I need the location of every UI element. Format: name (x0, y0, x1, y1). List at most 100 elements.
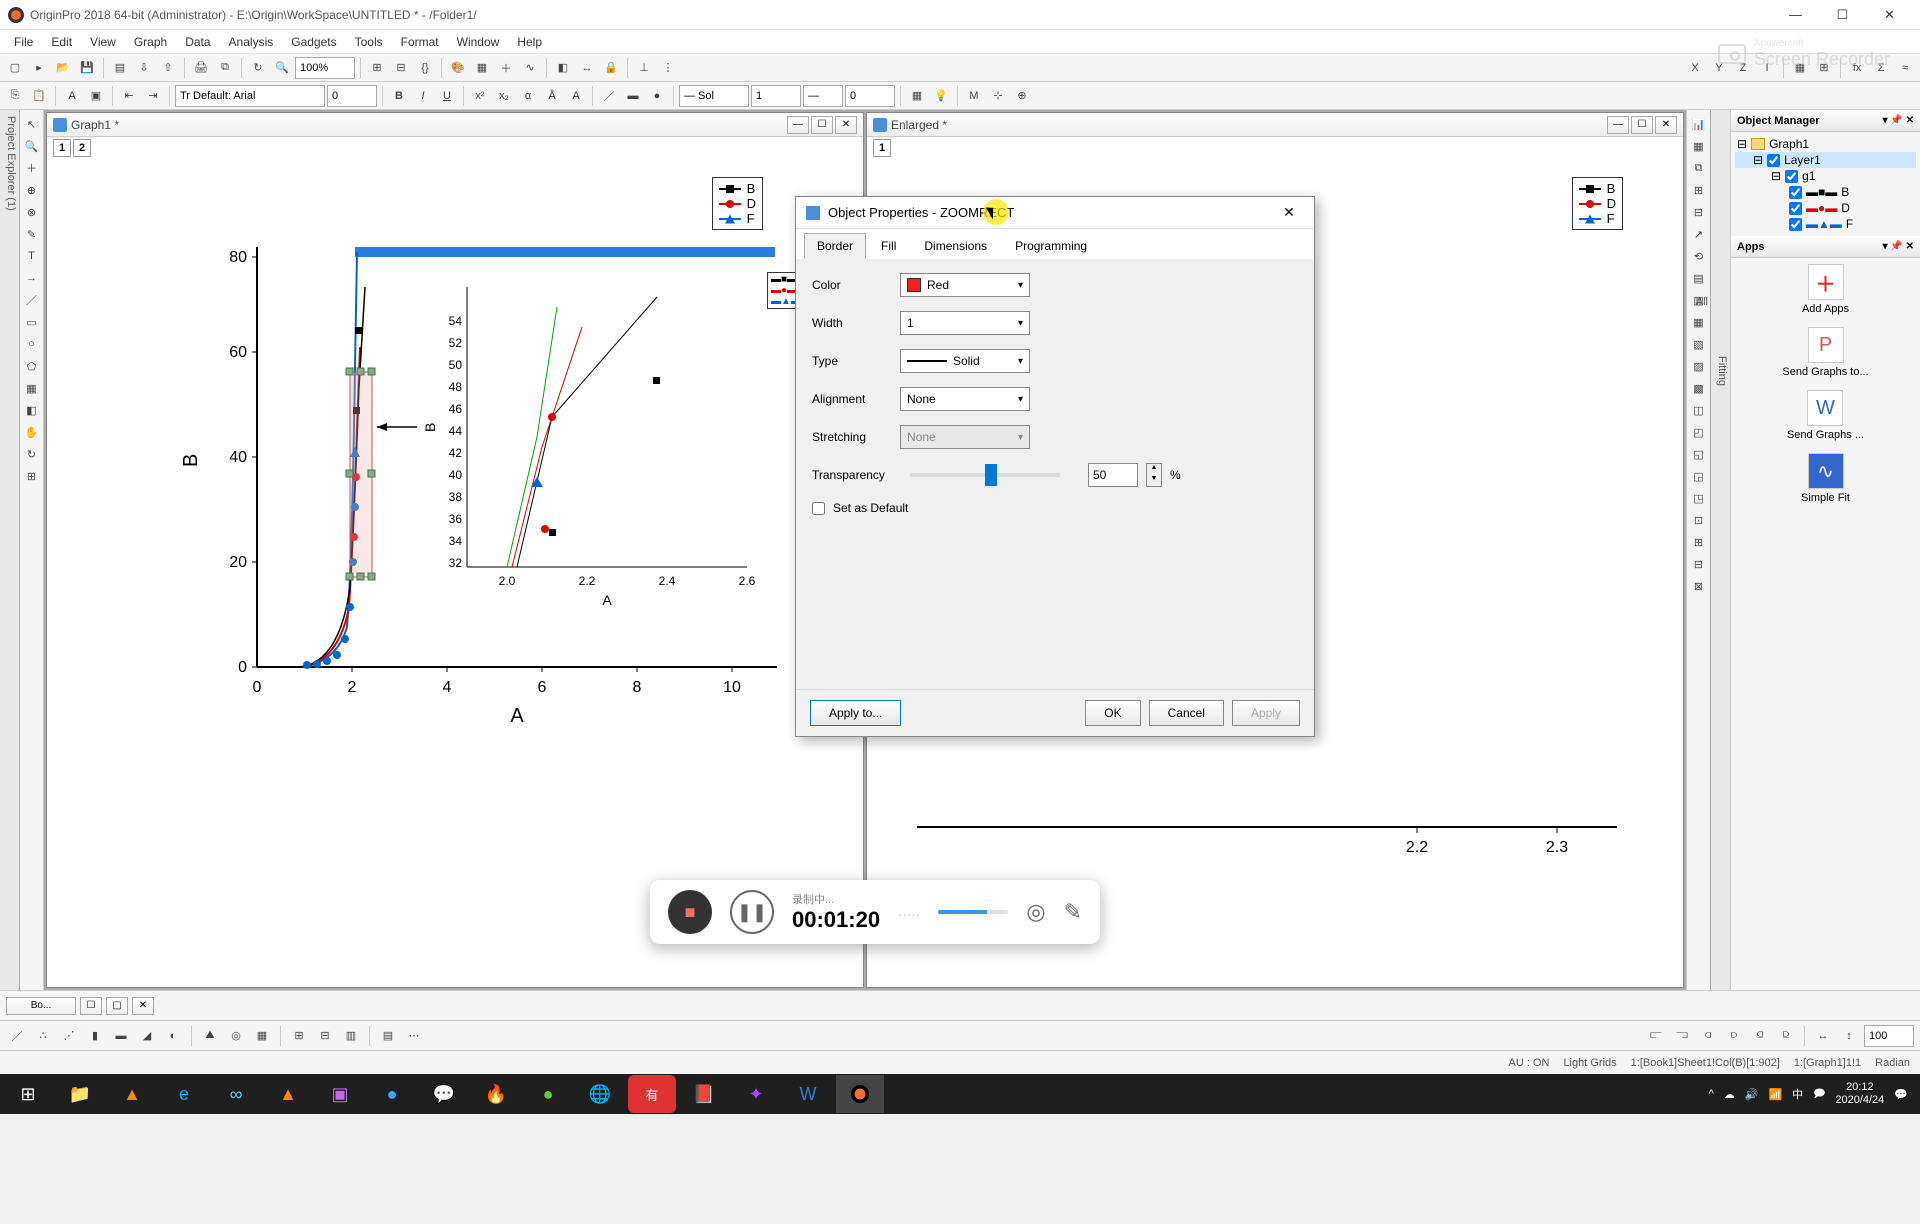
contour-icon[interactable]: ◎ (225, 1025, 247, 1047)
open-icon[interactable]: 📂 (52, 57, 74, 79)
curve-icon[interactable]: ∿ (519, 57, 541, 79)
object-manager-header[interactable]: Object Manager ▾ 📌 ✕ (1731, 110, 1920, 132)
screen-recorder-widget[interactable]: ■ ❚❚ 录制中... 00:01:20 ..... ◎ ✎ (650, 880, 1100, 944)
app-purple-icon[interactable]: ✦ (732, 1075, 780, 1113)
bold-icon[interactable]: B (388, 85, 410, 107)
ide-icon[interactable]: ▣ (316, 1075, 364, 1113)
linescatter-icon[interactable]: ⋰ (58, 1025, 80, 1047)
file-explorer-icon[interactable]: 📁 (56, 1075, 104, 1113)
underline-icon[interactable]: U (436, 85, 458, 107)
zoom-in-icon[interactable]: 🔍 (271, 57, 293, 79)
pin-icon[interactable]: ▾ 📌 ✕ (1883, 115, 1914, 126)
app-blue-icon[interactable]: ● (368, 1075, 416, 1113)
apply-to-button[interactable]: Apply to... (810, 700, 901, 726)
add-icon[interactable]: ＋ (495, 57, 517, 79)
mini-close[interactable]: ✕ (132, 997, 154, 1015)
layer-tab-2[interactable]: 2 (73, 139, 91, 157)
wechat-icon[interactable]: 💬 (420, 1075, 468, 1113)
tool-b-icon[interactable]: ⊟ (390, 57, 412, 79)
layers-icon[interactable]: ▦ (471, 57, 493, 79)
export-icon[interactable]: ⇧ (157, 57, 179, 79)
smallA-icon[interactable]: A (565, 85, 587, 107)
recorder-stop-button[interactable]: ■ (668, 890, 712, 934)
plot-f-checkbox[interactable] (1789, 218, 1802, 231)
dialog-titlebar[interactable]: Object Properties - ZOOMRECT ✕ (796, 197, 1314, 229)
minimized-book[interactable]: Bo... ☐ ▢ ✕ (6, 997, 154, 1015)
enlarged-min[interactable]: — (1607, 116, 1629, 134)
pie-plot-icon[interactable]: ◐ (162, 1025, 184, 1047)
stat-plot-icon[interactable]: ⊞ (288, 1025, 310, 1047)
matlab-icon[interactable]: ▲ (108, 1075, 156, 1113)
paste-format-icon[interactable]: 📋 (28, 85, 50, 107)
insert-icon[interactable]: ⊞ (22, 466, 42, 486)
menu-data[interactable]: Data (177, 32, 218, 52)
region-icon[interactable]: ▦ (22, 378, 42, 398)
cascade-icon[interactable]: ⧉ (1689, 158, 1709, 178)
recorder-pause-button[interactable]: ❚❚ (730, 890, 774, 934)
type-combo[interactable]: Solid (900, 349, 1030, 373)
cancel-button[interactable]: Cancel (1149, 700, 1224, 726)
text-icon[interactable]: T (22, 246, 42, 266)
left-tabs[interactable]: Project Explorer (1) Quick Help Messages… (0, 110, 20, 990)
system-tray[interactable]: ^ ☁ 🔊 📶 中 🗩 20:12 2020/4/24 💬 (1709, 1081, 1916, 1107)
set-default-checkbox[interactable] (812, 502, 825, 515)
recorder-camera-icon[interactable]: ◎ (1026, 899, 1045, 925)
tray-network-icon[interactable]: 📶 (1768, 1088, 1782, 1101)
rotate-icon[interactable]: ↻ (22, 444, 42, 464)
simple-fit-item[interactable]: ∿Simple Fit (1801, 453, 1850, 504)
align-c-icon[interactable]: ⫎ (1671, 1025, 1693, 1047)
menu-help[interactable]: Help (509, 32, 550, 52)
grid-snap-icon[interactable]: ⊕ (1011, 85, 1033, 107)
tab-project-explorer[interactable]: Project Explorer (1) (5, 116, 17, 984)
color-combo[interactable]: Red (900, 273, 1030, 297)
layer-tab-1[interactable]: 1 (53, 139, 71, 157)
tab-dimensions[interactable]: Dimensions (911, 233, 1000, 259)
tray-volume-icon[interactable]: 🔊 (1745, 1088, 1759, 1101)
t1-icon[interactable]: ▤ (1689, 268, 1709, 288)
antialiasing-icon[interactable]: M (963, 85, 985, 107)
enlarged-layer-1[interactable]: 1 (873, 139, 891, 157)
tray-ime-icon[interactable]: 中 (1792, 1086, 1803, 1102)
tool-a-icon[interactable]: ⊞ (366, 57, 388, 79)
rescale-icon[interactable]: ⟲ (1689, 246, 1709, 266)
transparency-spinner[interactable]: ▲▼ (1146, 463, 1162, 487)
sup-icon[interactable]: x² (469, 85, 491, 107)
app-green-icon[interactable]: ● (524, 1075, 572, 1113)
torch-icon[interactable]: 🔥 (472, 1075, 520, 1113)
pdf-icon[interactable]: 📕 (680, 1075, 728, 1113)
marker-icon[interactable]: ● (646, 85, 668, 107)
tab-programming[interactable]: Programming (1002, 233, 1100, 259)
area-plot-icon[interactable]: ◢ (136, 1025, 158, 1047)
send-graphs-ppt-item[interactable]: PSend Graphs to... (1782, 327, 1868, 378)
template-icon[interactable]: ▤ (109, 57, 131, 79)
enlarged-close[interactable]: ✕ (1655, 116, 1677, 134)
start-button[interactable]: ⊞ (4, 1075, 52, 1113)
pointer-icon[interactable]: ↖ (22, 114, 42, 134)
menu-gadgets[interactable]: Gadgets (283, 32, 344, 52)
fontsize-combo[interactable]: 0 (327, 85, 377, 107)
apps-header[interactable]: Apps ▾ 📌 ✕ (1731, 236, 1920, 258)
fitting-tab[interactable]: Fitting All (1710, 110, 1730, 990)
dash-combo[interactable]: — (803, 85, 843, 107)
menu-window[interactable]: Window (449, 32, 508, 52)
scale-icon[interactable]: ↔ (576, 57, 598, 79)
lock-icon[interactable]: 🔒 (600, 57, 622, 79)
tab-fill[interactable]: Fill (868, 233, 909, 259)
layer1-checkbox[interactable] (1767, 154, 1780, 167)
color-icon[interactable]: 🎨 (447, 57, 469, 79)
recorder-edit-icon[interactable]: ✎ (1064, 899, 1082, 925)
graph1-legend[interactable]: B D F (712, 177, 763, 230)
menu-edit[interactable]: Edit (43, 32, 80, 52)
taskbar-clock[interactable]: 20:12 2020/4/24 (1835, 1081, 1884, 1107)
tray-notification-icon[interactable]: 💬 (1894, 1088, 1908, 1101)
light-icon[interactable]: 💡 (930, 85, 952, 107)
close-button[interactable]: ✕ (1867, 1, 1912, 29)
font-combo[interactable]: Tr Default: Arial (175, 85, 325, 107)
line-icon[interactable]: ／ (22, 290, 42, 310)
graph1-body[interactable]: 1 2 0 20 40 60 80 (47, 137, 863, 987)
graph1-max[interactable]: ☐ (811, 116, 833, 134)
circle-icon[interactable]: ○ (22, 334, 42, 354)
tab-border[interactable]: Border (804, 233, 866, 259)
dialog-close-button[interactable]: ✕ (1274, 204, 1304, 221)
menu-file[interactable]: File (6, 32, 41, 52)
